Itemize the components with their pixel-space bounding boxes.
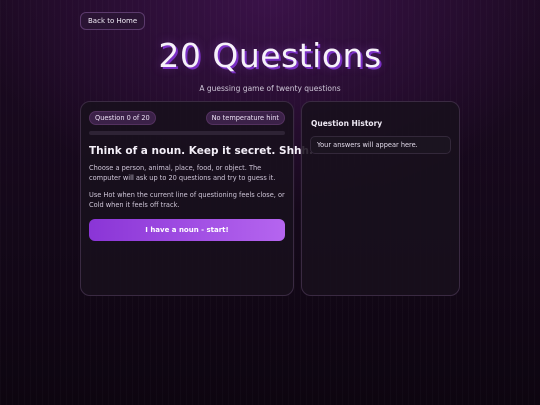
question-count-badge: Question 0 of 20 bbox=[89, 111, 156, 125]
question-progress-bar bbox=[89, 131, 285, 135]
history-title: Question History bbox=[311, 119, 383, 128]
page-subtitle: A guessing game of twenty questions bbox=[199, 84, 341, 93]
game-instructions: Choose a person, animal, place, food, or… bbox=[89, 164, 276, 182]
temperature-hint-badge: No temperature hint bbox=[205, 111, 285, 125]
game-panel: Question 0 of 20 No temperature hint Thi… bbox=[80, 101, 313, 296]
page-title: 20 Questions bbox=[158, 36, 382, 75]
back-to-home-button[interactable]: Back to Home bbox=[80, 12, 146, 30]
hint-instructions: Use Hot when the current line of questio… bbox=[89, 191, 285, 209]
history-panel: Question History Your answers will appea… bbox=[301, 101, 460, 296]
start-game-button[interactable]: I have a noun - start! bbox=[89, 219, 285, 241]
game-heading: Think of a noun. Keep it secret. Shhh. bbox=[89, 145, 313, 157]
history-empty-message: Your answers will appear here. bbox=[310, 136, 451, 154]
